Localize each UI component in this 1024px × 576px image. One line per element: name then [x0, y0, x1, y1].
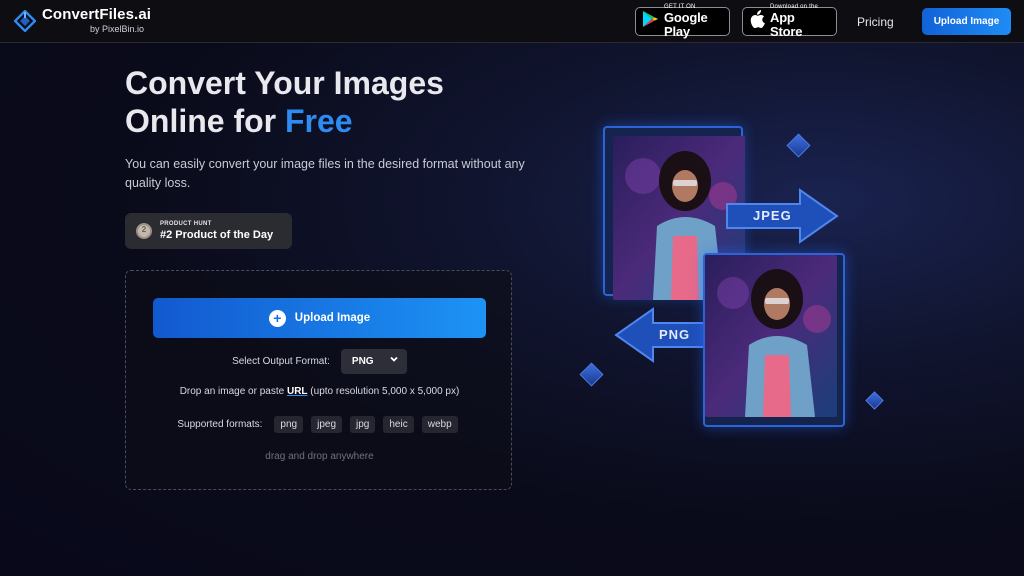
output-format-row: Select Output Format: PNG — [126, 349, 513, 374]
plus-icon: + — [268, 309, 286, 327]
drop-zone[interactable]: + Upload Image Select Output Format: PNG… — [125, 270, 512, 490]
upload-image-button[interactable]: + Upload Image — [153, 298, 486, 338]
drag-drop-hint: drag and drop anywhere — [265, 451, 374, 462]
cube-decoration — [786, 133, 811, 158]
cube-decoration — [579, 362, 604, 387]
product-hunt-badge[interactable]: 2 PRODUCT HUNT #2 Product of the Day — [125, 213, 292, 249]
google-play-big-text: Google Play — [664, 10, 708, 39]
page-title: Convert Your Images Online for Free — [125, 64, 525, 140]
supported-formats-row: Supported formats: png jpeg jpg heic web… — [126, 416, 513, 433]
product-hunt-title: #2 Product of the Day — [160, 229, 274, 241]
apple-icon — [749, 10, 765, 33]
logo[interactable]: ConvertFiles.ai by PixelBin.io — [13, 6, 152, 35]
converted-photo — [705, 255, 837, 417]
arrow-jpeg-label: JPEG — [753, 208, 792, 223]
google-play-button[interactable]: GET IT ON Google Play — [635, 4, 730, 39]
conversion-illustration: JPEG PNG — [575, 120, 895, 440]
paste-suffix: (upto resolution 5,000 x 5,000 px) — [307, 386, 460, 397]
app-store-button[interactable]: Download on the App Store — [742, 4, 837, 39]
pricing-link[interactable]: Pricing — [857, 15, 894, 29]
format-chip-heic: heic — [383, 416, 414, 433]
paste-url-hint: Drop an image or paste URL (upto resolut… — [126, 386, 513, 397]
title-line-1: Convert Your Images — [125, 65, 444, 101]
paste-prefix: Drop an image or paste — [179, 386, 287, 397]
logo-subtitle: by PixelBin.io — [90, 24, 145, 34]
header-upload-button[interactable]: Upload Image — [922, 8, 1011, 35]
supported-formats-label: Supported formats: — [177, 419, 263, 430]
convertfiles-logo-icon — [13, 8, 37, 33]
format-chip-jpg: jpg — [350, 416, 376, 433]
format-chip-jpeg: jpeg — [311, 416, 342, 433]
title-accent-word: Free — [285, 103, 353, 139]
product-hunt-label: PRODUCT HUNT — [160, 221, 212, 227]
selected-format: PNG — [351, 356, 374, 367]
chevron-down-icon — [389, 354, 399, 367]
format-chip-png: png — [274, 416, 304, 433]
medal-number: 2 — [141, 225, 147, 234]
arrow-png-label: PNG — [659, 327, 691, 342]
paste-url-link[interactable]: URL — [287, 386, 308, 397]
medal-icon: 2 — [135, 221, 153, 241]
output-format-select[interactable]: PNG — [340, 349, 407, 374]
top-nav: ConvertFiles.ai by PixelBin.io GET IT ON… — [0, 0, 1024, 43]
hero-description: You can easily convert your image files … — [125, 157, 525, 190]
output-format-label: Select Output Format: — [232, 356, 330, 367]
google-play-icon — [642, 10, 659, 33]
format-chip-webp: webp — [421, 416, 458, 433]
upload-button-label: Upload Image — [294, 312, 371, 324]
title-line-2-prefix: Online for — [125, 103, 285, 139]
logo-title: ConvertFiles.ai — [42, 6, 152, 23]
app-store-big-text: App Store — [770, 10, 803, 39]
cube-decoration — [865, 391, 884, 410]
title-line-2: Online for Free — [125, 102, 525, 140]
